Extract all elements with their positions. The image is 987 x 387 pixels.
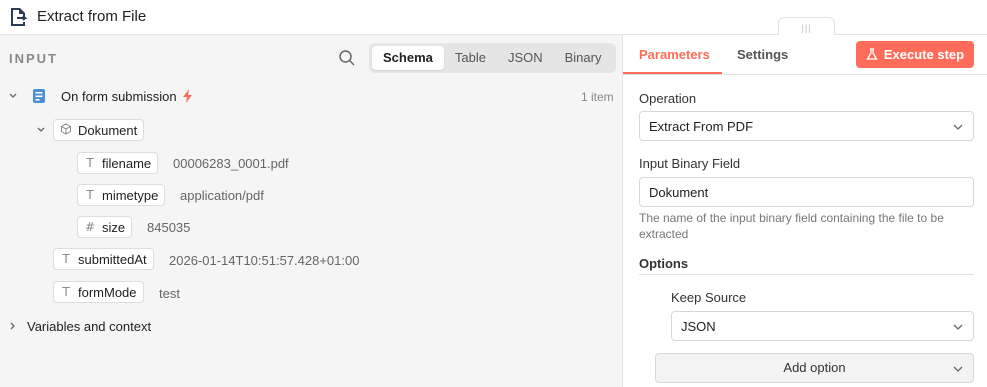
field-key: mimetype xyxy=(102,187,159,203)
field-key: filename xyxy=(102,155,152,171)
node-title: Extract from File xyxy=(37,8,147,25)
chevron-down-icon[interactable] xyxy=(36,125,46,135)
string-type-icon: T xyxy=(86,188,94,202)
field-value: 845035 xyxy=(147,220,191,235)
tab-binary[interactable]: Binary xyxy=(554,46,613,70)
chevron-down-icon xyxy=(953,366,963,372)
tab-table[interactable]: Table xyxy=(444,46,497,70)
field-mimetype[interactable]: T mimetype xyxy=(77,184,166,206)
form-trigger-icon xyxy=(33,89,45,103)
keep-source-label: Keep Source xyxy=(671,290,747,305)
execute-step-button[interactable]: Execute step xyxy=(856,41,974,68)
parameters-panel: Parameters Settings Execute step Operati… xyxy=(623,35,987,387)
panel-drag-handle[interactable]: ||| xyxy=(778,17,835,37)
field-submittedat[interactable]: T submittedAt xyxy=(53,248,154,270)
options-heading: Options xyxy=(639,256,689,271)
field-dokument[interactable]: Dokument xyxy=(53,119,145,141)
operation-select[interactable]: Extract From PDF xyxy=(639,111,974,141)
string-type-icon: T xyxy=(62,252,70,266)
field-value: application/pdf xyxy=(180,188,264,203)
chevron-right-icon[interactable] xyxy=(8,321,18,331)
chevron-down-icon xyxy=(953,324,963,330)
tab-json[interactable]: JSON xyxy=(497,46,554,70)
trigger-bolt-icon xyxy=(183,89,192,103)
item-count: 1 item xyxy=(581,90,614,104)
param-tabs: Parameters Settings Execute step xyxy=(623,35,987,75)
options-divider xyxy=(639,274,974,275)
field-value: test xyxy=(159,286,180,301)
active-tab-indicator xyxy=(623,72,722,74)
operation-label: Operation xyxy=(639,91,697,106)
search-icon[interactable] xyxy=(338,49,356,67)
node-name[interactable]: On form submission xyxy=(61,89,177,104)
input-heading: INPUT xyxy=(9,51,58,66)
flask-icon xyxy=(866,48,878,60)
number-type-icon: # xyxy=(84,220,96,234)
field-key: submittedAt xyxy=(78,251,147,267)
string-type-icon: T xyxy=(62,285,70,299)
chevron-down-icon xyxy=(953,124,963,130)
keep-source-select[interactable]: JSON xyxy=(671,311,974,341)
extract-file-icon xyxy=(11,8,28,26)
field-value: 00006283_0001.pdf xyxy=(173,156,289,171)
add-option-label: Add option xyxy=(783,360,846,375)
node-header: Extract from File xyxy=(0,0,987,35)
field-key: Dokument xyxy=(78,122,138,138)
add-option-button[interactable]: Add option xyxy=(655,353,974,383)
tab-parameters[interactable]: Parameters xyxy=(639,47,710,62)
execute-step-label: Execute step xyxy=(883,47,965,62)
input-panel: INPUT Schema Table JSON Binary On form s… xyxy=(0,35,623,387)
tab-settings[interactable]: Settings xyxy=(737,47,788,62)
field-key: formMode xyxy=(78,284,137,300)
operation-value: Extract From PDF xyxy=(649,119,754,134)
field-size[interactable]: # size xyxy=(77,216,133,238)
view-mode-switch: Schema Table JSON Binary xyxy=(369,43,616,73)
variables-context-toggle[interactable]: Variables and context xyxy=(27,319,151,334)
binary-field-value: Dokument xyxy=(649,185,709,200)
field-key: size xyxy=(102,219,126,235)
field-value: 2026-01-14T10:51:57.428+01:00 xyxy=(169,253,360,268)
string-type-icon: T xyxy=(86,156,94,170)
object-icon xyxy=(54,122,78,138)
tab-schema[interactable]: Schema xyxy=(372,46,444,70)
field-filename[interactable]: T filename xyxy=(77,152,159,174)
binary-field-hint: The name of the input binary field conta… xyxy=(639,211,944,241)
keep-source-value: JSON xyxy=(681,319,716,334)
binary-field-input[interactable]: Dokument xyxy=(639,177,974,207)
binary-field-label: Input Binary Field xyxy=(639,156,741,171)
field-formmode[interactable]: T formMode xyxy=(53,281,144,303)
chevron-down-icon[interactable] xyxy=(8,91,18,101)
